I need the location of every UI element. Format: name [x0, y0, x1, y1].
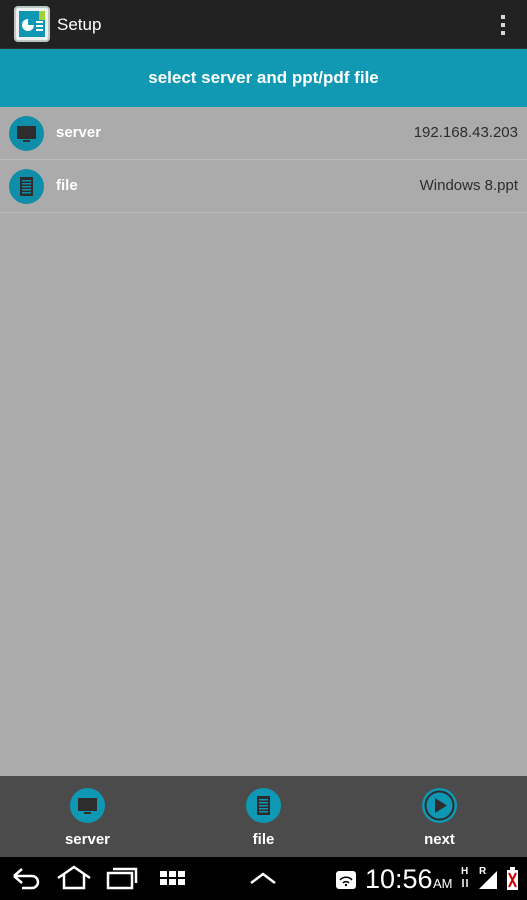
home-icon[interactable] — [55, 863, 93, 893]
back-icon[interactable] — [8, 863, 42, 893]
next-tab[interactable]: next — [352, 776, 527, 857]
file-tab-label: file — [252, 831, 275, 848]
bottom-action-bar: server file next — [0, 776, 527, 857]
action-bar: Setup — [0, 0, 527, 49]
instruction-header: select server and ppt/pdf file — [0, 49, 527, 107]
monitor-icon — [9, 116, 44, 151]
svg-text:H: H — [461, 866, 468, 877]
svg-text:R: R — [479, 866, 487, 877]
file-tab[interactable]: file — [176, 776, 351, 857]
play-icon — [422, 788, 457, 823]
app-title: Setup — [57, 15, 102, 34]
file-value: Windows 8.ppt — [419, 177, 518, 194]
system-bar: 10:56 AM H R — [0, 857, 527, 900]
recent-apps-icon[interactable] — [105, 863, 139, 893]
signal-icon: H R — [461, 866, 497, 889]
file-label: file — [56, 177, 78, 194]
file-row[interactable]: file Windows 8.ppt — [0, 160, 527, 213]
next-tab-label: next — [424, 831, 455, 848]
wifi-icon — [336, 871, 356, 889]
document-icon — [9, 169, 44, 204]
document-icon — [246, 788, 281, 823]
server-value: 192.168.43.203 — [413, 124, 518, 141]
clock-time: 10:56 — [365, 864, 433, 894]
up-chevron-icon[interactable] — [248, 863, 278, 893]
presentation-app-icon[interactable] — [14, 6, 50, 42]
apps-grid-icon[interactable] — [158, 863, 188, 893]
monitor-icon — [70, 788, 105, 823]
clock-ampm: AM — [433, 876, 453, 891]
server-tab[interactable]: server — [0, 776, 175, 857]
server-label: server — [56, 124, 102, 141]
server-row[interactable]: server 192.168.43.203 — [0, 107, 527, 160]
overflow-menu-icon[interactable] — [497, 13, 509, 37]
battery-icon — [507, 867, 518, 890]
server-tab-label: server — [64, 831, 111, 848]
